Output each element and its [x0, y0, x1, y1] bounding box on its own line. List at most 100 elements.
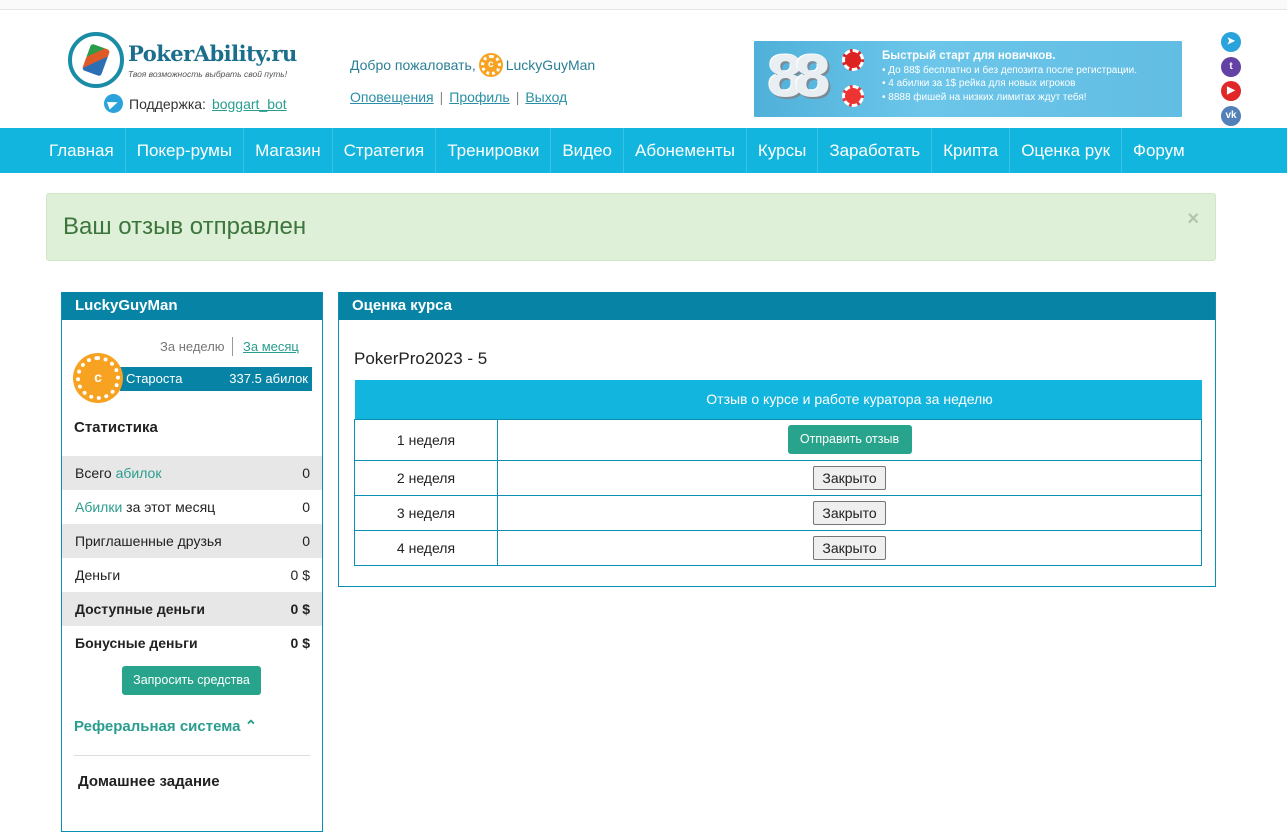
nav-item-hand-review[interactable]: Оценка рук — [1010, 128, 1123, 173]
stat-value: 0 $ — [290, 601, 310, 617]
banner-title: Быстрый старт для новичков. — [882, 50, 1056, 62]
stat-value: 0 — [302, 533, 310, 549]
send-review-button[interactable]: Отправить отзыв — [787, 425, 912, 454]
table-row: 1 неделя Отправить отзыв — [354, 418, 1202, 461]
nav-item-poker-rooms[interactable]: Покер-румы — [126, 128, 245, 173]
closed-button[interactable]: Закрыто — [813, 465, 886, 490]
stat-label: Доступные деньги — [75, 601, 206, 617]
referral-toggle[interactable]: Реферальная система ⌃ — [74, 717, 257, 735]
closed-button[interactable]: Закрыто — [813, 535, 886, 560]
table-header-row: Отзыв о курсе и работе куратора за недел… — [354, 380, 1202, 419]
banner-line: До 88$ бесплатно и без депозита после ре… — [882, 64, 1137, 78]
stat-label: Всего — [75, 465, 116, 481]
stat-label: Бонусные деньги — [75, 635, 198, 651]
action-cell: Закрыто — [497, 494, 1202, 531]
period-month-tab[interactable]: За месяц — [243, 339, 299, 354]
course-review-panel: Оценка курса PokerPro2023 - 5 Отзыв о ку… — [338, 292, 1216, 587]
nav-item-home[interactable]: Главная — [38, 128, 126, 173]
user-rank-coin-icon — [480, 55, 501, 75]
support-label: Поддержка: — [129, 95, 206, 112]
stat-label: Деньги — [75, 567, 121, 583]
promo-banner[interactable]: 88 Быстрый старт для новичков. До 88$ бе… — [754, 41, 1182, 117]
stats-list: Всего абилок 0 Абилки за этот месяц 0 Пр… — [62, 456, 322, 660]
user-sidebar: LuckyGuyMan За неделю За месяц Староста … — [61, 292, 323, 832]
banner-text: Быстрый старт для новичков. До 88$ беспл… — [882, 50, 1137, 104]
action-cell: Закрыто — [497, 459, 1202, 496]
period-week-tab[interactable]: За неделю — [160, 339, 225, 354]
sidebar-title: LuckyGuyMan — [62, 292, 322, 320]
notifications-link[interactable]: Оповещения — [350, 89, 434, 105]
logo-mark-icon — [68, 32, 124, 88]
stat-value: 0 $ — [290, 635, 310, 651]
homework-title: Домашнее задание — [78, 773, 220, 790]
support-contact: Поддержка: boggart_bot — [104, 94, 287, 113]
stat-row-bonus-money: Бонусные деньги 0 $ — [62, 626, 322, 660]
rank-bar: Староста 337.5 абилок — [120, 367, 312, 391]
rank-value: 337.5 абилок — [229, 371, 308, 386]
nav-item-video[interactable]: Видео — [551, 128, 624, 173]
nav-item-forum[interactable]: Форум — [1122, 128, 1196, 173]
rank-coin-icon — [76, 356, 120, 400]
stat-label: Приглашенные друзья — [75, 533, 222, 549]
stat-row-total: Всего абилок 0 — [62, 456, 322, 490]
success-alert: Ваш отзыв отправлен × — [46, 193, 1216, 261]
stat-label-link[interactable]: абилок — [116, 465, 162, 481]
stat-label-link[interactable]: Абилки — [75, 499, 122, 515]
support-link[interactable]: boggart_bot — [212, 96, 287, 112]
stat-value: 0 — [302, 465, 310, 481]
logo-tagline: Твоя возможность выбрать свой путь! — [128, 69, 288, 79]
telegram-icon — [104, 94, 123, 113]
table-header-review: Отзыв о курсе и работе куратора за недел… — [497, 380, 1202, 419]
stat-value: 0 — [302, 499, 310, 515]
alert-message: Ваш отзыв отправлен — [63, 213, 307, 240]
course-title: PokerPro2023 - 5 — [354, 349, 488, 368]
site-header: PokerAbility.ru Твоя возможность выбрать… — [0, 10, 1287, 128]
review-table: Отзыв о курсе и работе куратора за недел… — [354, 380, 1202, 566]
telegram-icon[interactable]: ➤ — [1221, 32, 1241, 52]
site-logo[interactable]: PokerAbility.ru Твоя возможность выбрать… — [68, 32, 298, 90]
rank-name: Староста — [126, 371, 183, 386]
chevron-up-icon: ⌃ — [244, 718, 258, 735]
stat-row-friends: Приглашенные друзья 0 — [62, 524, 322, 558]
week-cell: 4 неделя — [354, 529, 498, 566]
request-funds-button[interactable]: Запросить средства — [122, 666, 261, 695]
header-username: LuckyGuyMan — [505, 57, 596, 73]
panel-title: Оценка курса — [339, 292, 1215, 320]
user-nav: Оповещения | Профиль | Выход — [350, 89, 568, 105]
logo-name: PokerAbility.ru — [128, 41, 297, 66]
action-cell: Отправить отзыв — [497, 418, 1202, 461]
welcome-label: Добро пожаловать, — [350, 57, 476, 73]
nav-item-earn[interactable]: Заработать — [818, 128, 933, 173]
twitch-icon[interactable]: t — [1221, 57, 1241, 77]
logout-link[interactable]: Выход — [525, 89, 567, 105]
browser-top-strip — [0, 0, 1287, 10]
close-icon[interactable]: × — [1187, 208, 1199, 231]
week-cell: 2 неделя — [354, 459, 498, 496]
stat-row-month: Абилки за этот месяц 0 — [62, 490, 322, 524]
poker-chip-icon — [842, 85, 864, 107]
stat-label: за этот месяц — [122, 499, 216, 515]
banner-line: 8888 фишей на низких лимитах ждут тебя! — [882, 91, 1137, 105]
banner-line: 4 абилки за 1$ рейка для новых игроков — [882, 77, 1137, 91]
table-row: 2 неделя Закрыто — [354, 459, 1202, 496]
nav-item-subscriptions[interactable]: Абонементы — [624, 128, 747, 173]
nav-item-crypto[interactable]: Крипта — [932, 128, 1011, 173]
nav-item-strategy[interactable]: Стратегия — [333, 128, 437, 173]
nav-item-shop[interactable]: Магазин — [244, 128, 333, 173]
table-row: 4 неделя Закрыто — [354, 529, 1202, 566]
table-row: 3 неделя Закрыто — [354, 494, 1202, 531]
table-header-week — [354, 380, 498, 419]
stat-row-available-money: Доступные деньги 0 $ — [62, 592, 322, 626]
sidebar-divider — [74, 755, 310, 756]
welcome-text: Добро пожаловать, LuckyGuyMan — [350, 55, 595, 75]
referral-label: Реферальная система — [74, 718, 241, 735]
vk-icon[interactable]: vk — [1221, 106, 1241, 126]
youtube-icon[interactable]: ▶ — [1221, 81, 1241, 101]
nav-item-trainings[interactable]: Тренировки — [436, 128, 552, 173]
nav-item-courses[interactable]: Курсы — [747, 128, 819, 173]
stat-row-money: Деньги 0 $ — [62, 558, 322, 592]
stat-value: 0 $ — [290, 567, 310, 583]
profile-link[interactable]: Профиль — [449, 89, 509, 105]
week-cell: 1 неделя — [354, 418, 498, 461]
closed-button[interactable]: Закрыто — [813, 500, 886, 525]
